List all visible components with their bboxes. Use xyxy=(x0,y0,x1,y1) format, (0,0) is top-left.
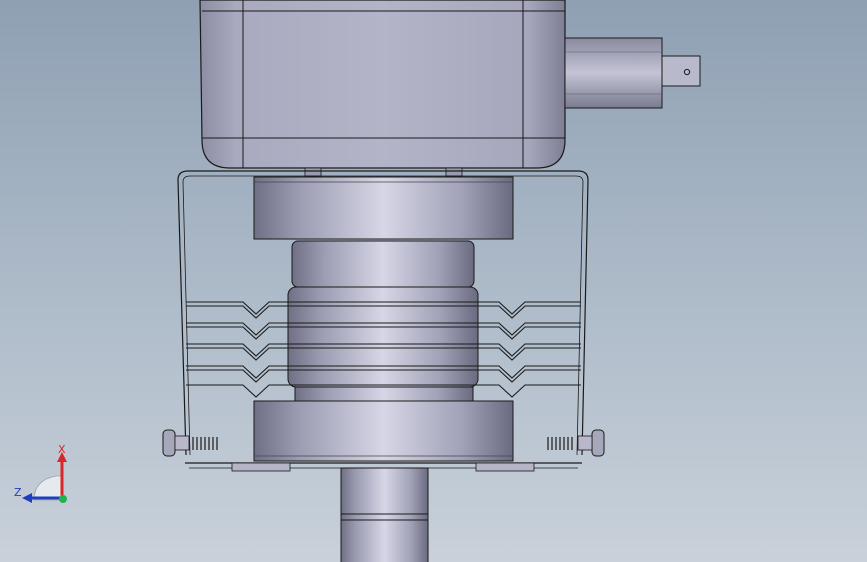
load-cell-body[interactable] xyxy=(287,240,479,402)
base-shaft[interactable] xyxy=(340,467,429,562)
connector-stub[interactable] xyxy=(564,37,701,109)
right-screw[interactable] xyxy=(547,429,605,457)
upper-disc[interactable] xyxy=(253,176,514,240)
lower-disc[interactable] xyxy=(253,400,514,462)
z-axis-head xyxy=(22,493,32,503)
orientation-triad: X Z xyxy=(14,443,67,503)
y-axis-dot xyxy=(59,495,67,503)
x-axis-label: X xyxy=(58,443,66,456)
housing-block[interactable] xyxy=(199,0,566,177)
cad-model[interactable] xyxy=(0,0,867,562)
3d-viewport[interactable]: X Z xyxy=(0,0,867,562)
z-axis-label: Z xyxy=(14,486,22,499)
triad-plane xyxy=(33,475,63,501)
